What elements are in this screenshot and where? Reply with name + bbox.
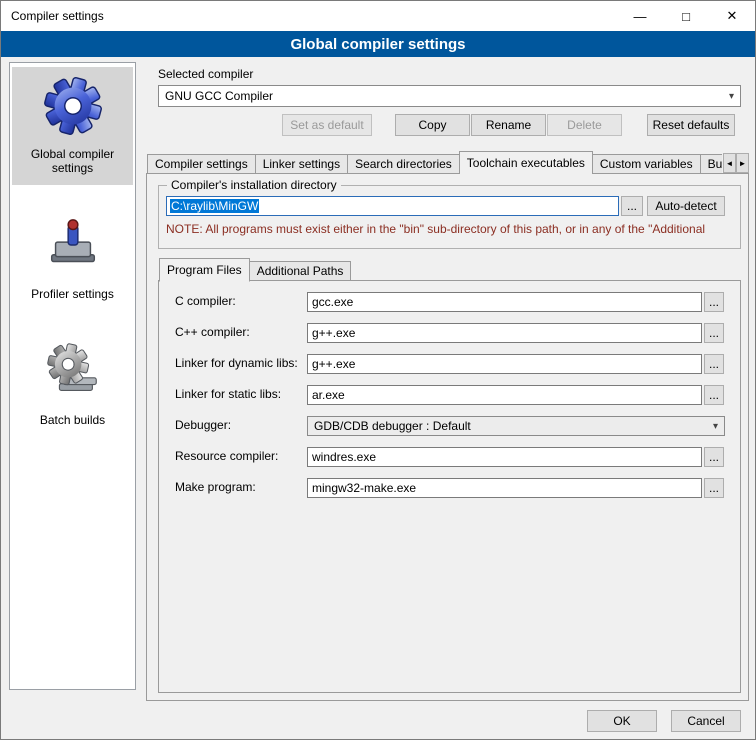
dialog-header: Global compiler settings [1,31,755,57]
resource-compiler-label: Resource compiler: [175,449,278,463]
chevron-down-icon: ▾ [713,421,718,432]
titlebar[interactable]: Compiler settings — □ ✕ [1,1,755,31]
browse-button[interactable]: ... [704,292,724,312]
browse-directory-button[interactable]: ... [621,196,643,216]
ok-button[interactable]: OK [587,710,657,732]
debugger-value: GDB/CDB debugger : Default [314,419,471,433]
sidebar-item-label: Batch builds [40,413,105,427]
auto-detect-button[interactable]: Auto-detect [647,196,725,216]
tab-build-options[interactable]: Buil [700,154,722,174]
linker-static-label: Linker for static libs: [175,387,281,401]
chevron-down-icon: ▾ [729,91,734,102]
browse-button[interactable]: ... [704,385,724,405]
set-as-default-button[interactable]: Set as default [282,114,372,136]
tab-scroll-left-button[interactable]: ◄ [723,153,736,173]
tab-additional-paths[interactable]: Additional Paths [249,261,352,281]
tab-compiler-settings[interactable]: Compiler settings [147,154,256,174]
settings-category-list: Global compiler settings Profiler settin… [9,62,136,690]
resource-compiler-input[interactable] [307,447,702,467]
tab-custom-variables[interactable]: Custom variables [592,154,701,174]
batch-builds-gear-icon [42,341,104,406]
linker-static-input[interactable] [307,385,702,405]
make-program-input[interactable] [307,478,702,498]
installation-note: NOTE: All programs must exist either in … [166,222,736,236]
tab-toolchain-executables[interactable]: Toolchain executables [459,151,593,174]
cpp-compiler-input[interactable] [307,323,702,343]
main-tabstrip: Compiler settings Linker settings Search… [147,150,722,174]
window-controls: — □ ✕ [617,1,755,31]
program-files-tabstrip: Program Files Additional Paths [159,257,351,281]
selected-compiler-dropdown[interactable]: GNU GCC Compiler ▾ [158,85,741,107]
rename-button[interactable]: Rename [471,114,546,136]
tab-search-directories[interactable]: Search directories [347,154,460,174]
installation-directory-groupbox: Compiler's installation directory C:\ray… [158,185,741,249]
sidebar-item-batch-builds[interactable]: Batch builds [12,333,133,437]
tab-scroll-right-button[interactable]: ► [736,153,749,173]
reset-defaults-button[interactable]: Reset defaults [647,114,735,136]
c-compiler-input[interactable] [307,292,702,312]
sidebar-item-label: Profiler settings [31,287,114,301]
linker-dynamic-label: Linker for dynamic libs: [175,356,298,370]
tab-program-files[interactable]: Program Files [159,258,250,282]
minimize-button[interactable]: — [617,1,663,31]
selected-compiler-value: GNU GCC Compiler [165,89,273,103]
make-program-label: Make program: [175,480,256,494]
close-button[interactable]: ✕ [709,1,755,31]
cpp-compiler-label: C++ compiler: [175,325,250,339]
selected-compiler-label: Selected compiler [158,67,253,81]
browse-button[interactable]: ... [704,478,724,498]
browse-button[interactable]: ... [704,323,724,343]
debugger-dropdown[interactable]: GDB/CDB debugger : Default ▾ [307,416,725,436]
browse-button[interactable]: ... [704,447,724,467]
profiler-tool-icon [42,215,104,280]
tab-linker-settings[interactable]: Linker settings [255,154,348,174]
sidebar-item-label: Global compiler settings [14,147,131,175]
maximize-button[interactable]: □ [663,1,709,31]
copy-button[interactable]: Copy [395,114,470,136]
debugger-label: Debugger: [175,418,231,432]
program-files-panel: C compiler: ... C++ compiler: ... Linker… [158,280,741,693]
delete-button[interactable]: Delete [547,114,622,136]
compiler-settings-window: Compiler settings — □ ✕ Global compiler … [0,0,756,740]
installation-directory-value: C:\raylib\MinGW [170,199,259,213]
linker-dynamic-input[interactable] [307,354,702,374]
sidebar-item-profiler-settings[interactable]: Profiler settings [12,207,133,311]
installation-directory-group-label: Compiler's installation directory [167,178,341,192]
gear-blue-icon [42,75,104,140]
installation-directory-input[interactable]: C:\raylib\MinGW [166,196,619,216]
sidebar-item-global-compiler-settings[interactable]: Global compiler settings [12,67,133,185]
window-title: Compiler settings [1,9,104,23]
c-compiler-label: C compiler: [175,294,236,308]
cancel-button[interactable]: Cancel [671,710,741,732]
browse-button[interactable]: ... [704,354,724,374]
